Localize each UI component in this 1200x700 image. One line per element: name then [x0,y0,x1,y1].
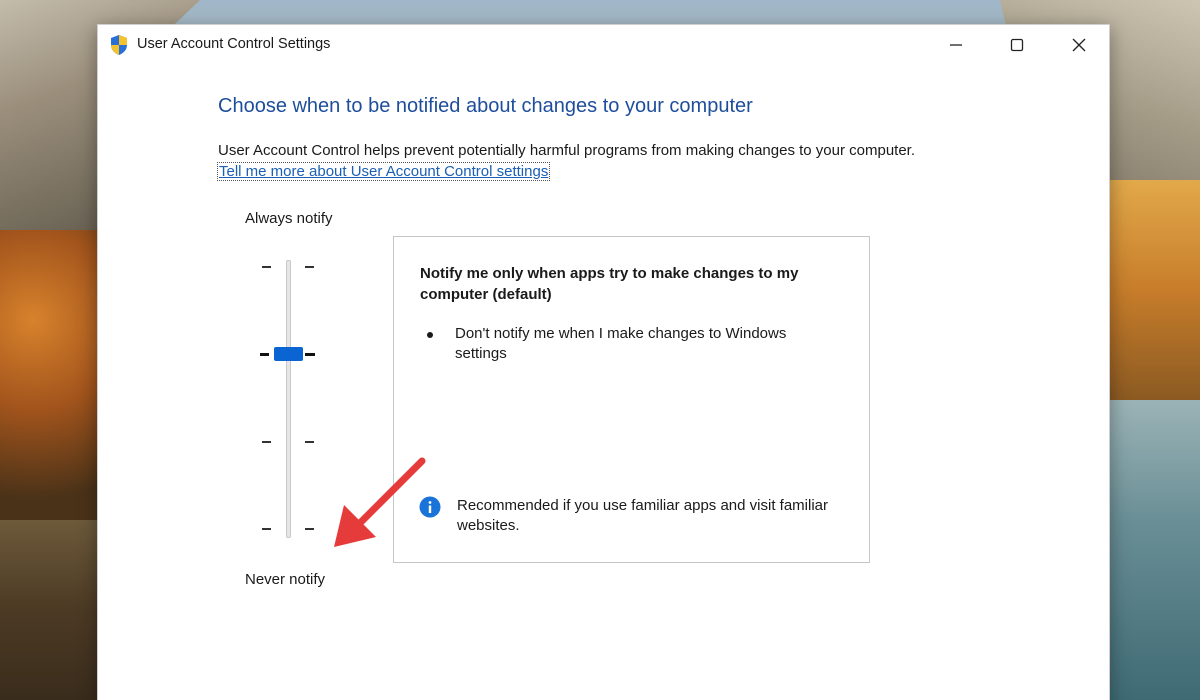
slider-tick-right [305,441,314,443]
slider-label-always-notify: Always notify [245,210,333,227]
slider-tick-left [262,528,271,530]
learn-more-link[interactable]: Tell me more about User Account Control … [216,162,551,181]
slider-track[interactable] [286,260,291,538]
minimize-icon [950,44,962,46]
minimize-button[interactable] [933,25,979,65]
shield-icon [111,35,127,55]
slider-label-never-notify: Never notify [245,571,326,588]
wallpaper-water-left [0,520,110,700]
wallpaper-trees-right [1100,180,1200,400]
close-icon [1072,38,1086,52]
title-bar[interactable]: User Account Control Settings [98,25,1109,65]
slider-thumb[interactable] [274,347,303,361]
setting-description-panel: Notify me only when apps try to make cha… [393,236,870,563]
slider-tick-right [305,266,314,268]
notification-level-slider[interactable] [258,257,328,542]
bullet-icon [427,332,433,338]
slider-tick-left [260,353,269,356]
annotation-arrow-icon [334,457,426,547]
uac-settings-window: User Account Control Settings Choose whe… [97,24,1110,700]
wallpaper-water-right [1100,400,1200,700]
maximize-icon [1010,38,1024,52]
slider-tick-right [305,353,315,356]
description-text: User Account Control helps prevent poten… [218,142,916,159]
wallpaper-trees-left [0,230,110,530]
maximize-button[interactable] [994,25,1040,65]
window-title: User Account Control Settings [137,36,331,52]
close-button[interactable] [1056,25,1102,65]
page-heading: Choose when to be notified about changes… [218,95,753,117]
slider-tick-left [262,441,271,443]
slider-tick-right [305,528,314,530]
setting-bullet-text: Don't notify me when I make changes to W… [455,325,787,362]
slider-tick-left [262,266,271,268]
setting-title: Notify me only when apps try to make cha… [420,265,799,303]
recommendation-text: Recommended if you use familiar apps and… [457,497,828,534]
